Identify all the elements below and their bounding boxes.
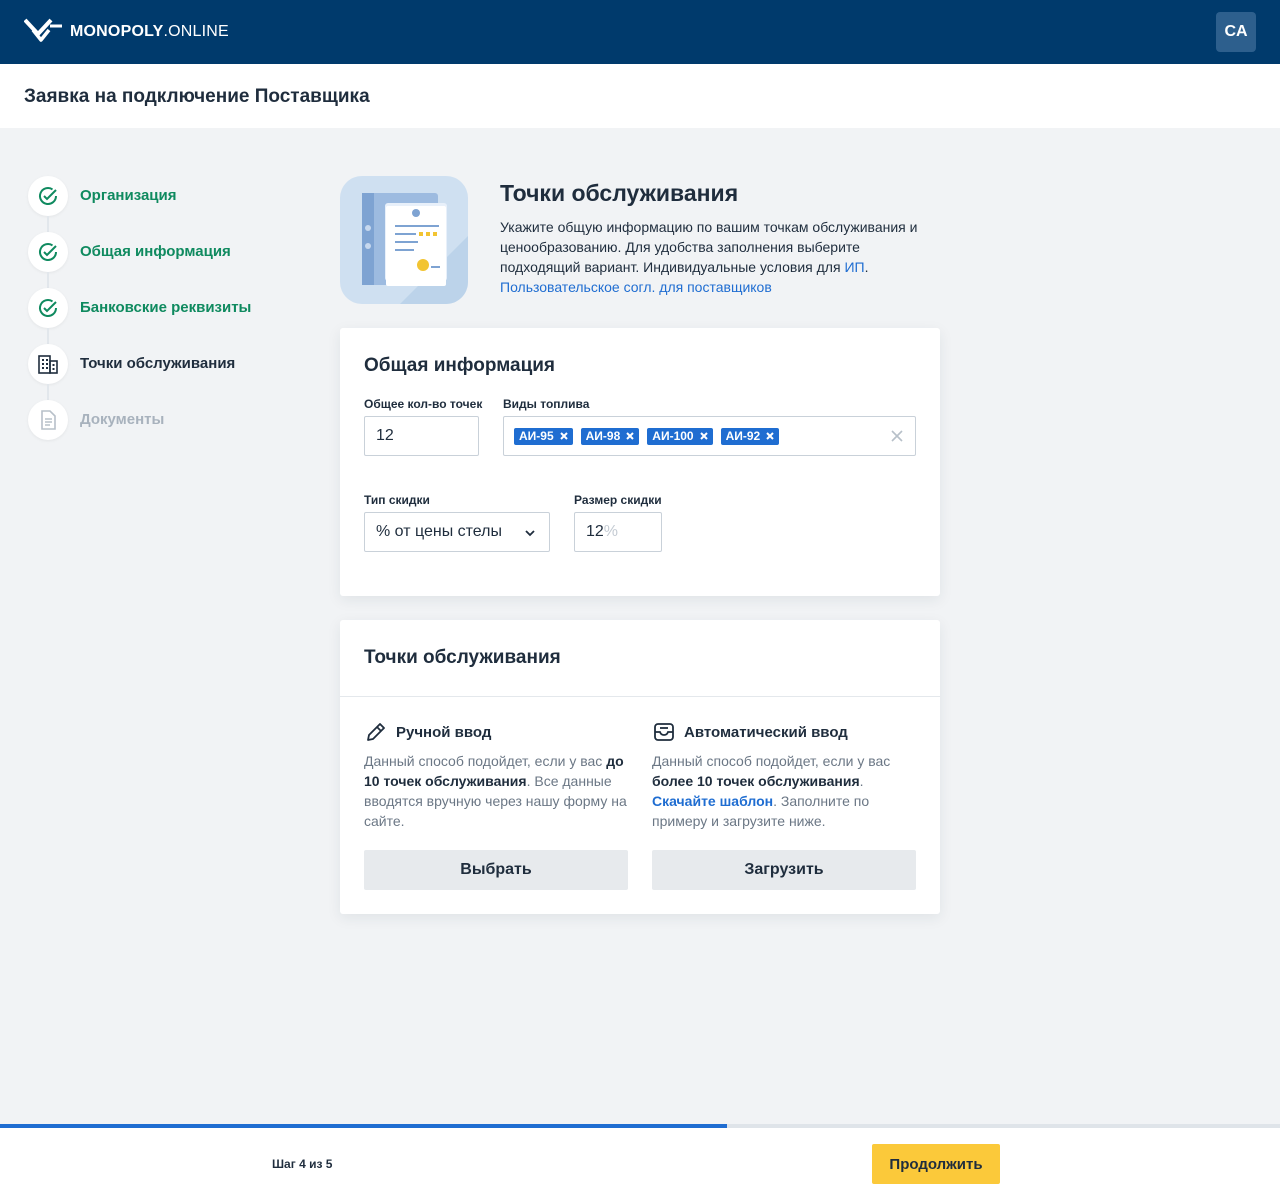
step-label: Документы [80,411,165,428]
check-circle-icon [28,176,68,216]
footer: Шаг 4 из 5 Продолжить [0,1124,1280,1200]
download-template-link[interactable]: Скачайте шаблон [652,793,773,809]
manual-entry-option: Ручной ввод Данный способ подойдет, если… [364,720,628,831]
remove-tag-icon[interactable] [625,431,635,441]
points-count-input[interactable] [364,416,479,456]
fuel-types-multiselect[interactable]: АИ-95 АИ-98 АИ-100 АИ-92 [503,416,916,456]
manual-entry-description: Данный способ подойдет, если у вас до 10… [364,753,627,829]
card-title: Общая информация [364,355,556,376]
remove-tag-icon[interactable] [559,431,569,441]
discount-type-label: Тип скидки [364,493,430,507]
fuel-tag: АИ-100 [647,427,713,445]
step-documents[interactable]: Документы [28,400,308,456]
agreement-link[interactable]: Пользовательское согл. для поставщиков [500,279,772,295]
clear-icon[interactable] [891,430,903,442]
auto-entry-title: Автоматический ввод [684,723,848,741]
section-description: Укажите общую информацию по вашим точкам… [500,219,918,295]
remove-tag-icon[interactable] [765,431,775,441]
section-title: Точки обслуживания [500,180,739,206]
manual-entry-title: Ручной ввод [396,723,492,741]
progress-bar [0,1124,1280,1128]
discount-size-label: Размер скидки [574,493,662,507]
fuel-tag: АИ-92 [720,427,780,445]
fuel-tag: АИ-98 [580,427,640,445]
continue-button[interactable]: Продолжить [872,1144,1000,1184]
page-title: Заявка на подключение Поставщика [24,86,370,107]
inbox-icon [654,723,674,741]
step-connector [47,216,49,232]
document-icon [28,400,68,440]
step-bank-details[interactable]: Банковские реквизиты [28,288,308,344]
step-label: Организация [80,187,177,204]
step-service-points[interactable]: Точки обслуживания [28,344,308,400]
step-connector [47,384,49,400]
divider [340,696,940,697]
step-counter: Шаг 4 из 5 [272,1157,333,1171]
user-avatar[interactable]: CA [1216,12,1256,52]
points-count-label: Общее кол-во точек [364,397,483,411]
card-title: Точки обслуживания [364,647,561,668]
auto-entry-description: Данный способ подойдет, если у вас более… [652,753,891,829]
upload-button[interactable]: Загрузить [652,850,916,890]
discount-size-value: 12 [586,523,604,540]
progress-fill [0,1124,728,1128]
logo-text: MONOPOLY.ONLINE [70,23,229,40]
step-connector [47,272,49,288]
step-connector [47,328,49,344]
step-label: Банковские реквизиты [80,299,252,316]
auto-entry-option: Автоматический ввод Данный способ подойд… [652,720,916,831]
fuel-tag: АИ-95 [514,427,573,445]
check-circle-icon [28,288,68,328]
logo-icon [24,18,62,42]
step-label: Точки обслуживания [80,355,236,372]
step-label: Общая информация [80,243,231,260]
service-points-card: Точки обслуживания Ручной ввод Данный сп… [340,620,940,914]
discount-type-select[interactable]: % от цены стелы [364,512,550,552]
fuel-types-label: Виды топлива [503,397,590,411]
remove-tag-icon[interactable] [699,431,709,441]
pencil-icon [367,723,385,741]
discount-size-input[interactable]: 12% [574,512,662,552]
top-bar: MONOPOLY.ONLINE CA [0,0,1280,64]
step-organization[interactable]: Организация [28,176,308,232]
ip-link[interactable]: ИП [844,259,864,275]
building-icon [28,344,68,384]
check-circle-icon [28,232,68,272]
title-bar: Заявка на подключение Поставщика [0,64,1280,128]
logo[interactable]: MONOPOLY.ONLINE [24,18,229,46]
chevron-down-icon [525,530,535,537]
general-info-card: Общая информация Общее кол-во точек Виды… [340,328,940,596]
stepper: Организация Общая информация Банковские … [28,176,308,456]
service-points-illustration [340,176,468,304]
step-general-info[interactable]: Общая информация [28,232,308,288]
select-manual-button[interactable]: Выбрать [364,850,628,890]
discount-type-value: % от цены стелы [376,523,503,540]
percent-unit: % [603,523,619,540]
